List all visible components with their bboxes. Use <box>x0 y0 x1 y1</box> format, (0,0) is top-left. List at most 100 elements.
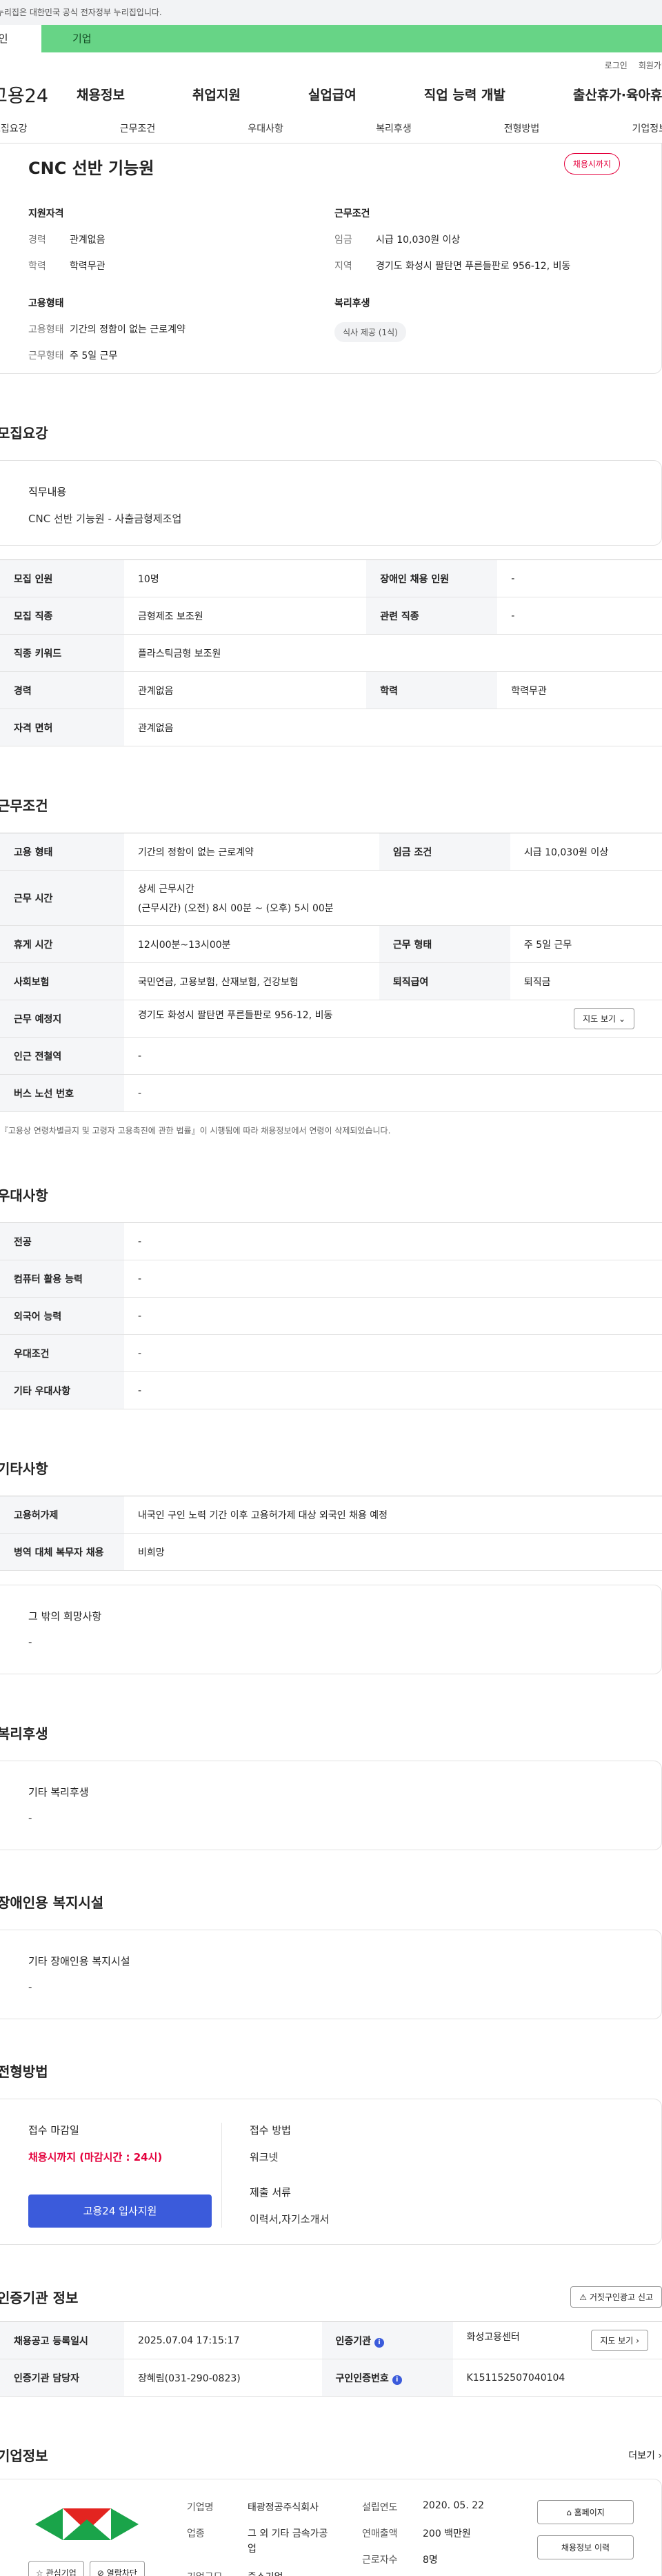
preference-table: 전공 - 컴퓨터 활용 능력 - 외국어 능력 - 우대조건 - 기타 우대사항 - <box>0 1222 662 1409</box>
tab-welfare[interactable]: 복리후생 <box>376 121 412 135</box>
area-value: 경기도 화성시 팔탄면 푸른들판로 956-12, 비동 <box>376 261 571 272</box>
page: 이 누리집은 대한민국 공식 전자정부 누리집입니다. 개인 기업 로그인 회원… <box>0 0 662 2576</box>
table-row: 직종 키워드 플라스틱금형 보조원 <box>0 634 662 672</box>
education-label: 학력 <box>28 261 46 272</box>
logo-graphic <box>35 2508 139 2540</box>
cell-value: 관계없음 <box>124 709 662 746</box>
company-size-label: 기업규모 <box>187 2570 248 2576</box>
tab-company[interactable]: 기업 <box>41 25 662 52</box>
tab-conditions[interactable]: 근무조건 <box>120 121 156 135</box>
table-row: 사회보험 국민연금, 고용보험, 산재보험, 건강보험 퇴직급여 퇴직금 <box>0 962 662 1000</box>
report-button[interactable]: ⚠ 거짓구인광고 신고 <box>570 2286 662 2308</box>
gnb-item-jobs[interactable]: 채용정보 <box>77 85 125 103</box>
cell-label: 채용공고 등록일시 <box>0 2321 124 2359</box>
cell-value: 국민연금, 고용보험, 산재보험, 건강보험 <box>124 962 379 1000</box>
cell-label: 근무 예정지 <box>0 1000 124 1038</box>
cell-value: K151152507040104 <box>452 2359 662 2397</box>
cell-label: 모집 인원 <box>0 559 124 597</box>
block-icon: ⊘ <box>97 2568 104 2576</box>
more-link[interactable]: 더보기 › <box>628 2448 662 2462</box>
block-view-button[interactable]: ⊘ 열람차단 <box>89 2561 145 2576</box>
cell-value: 주 5일 근무 <box>510 925 662 963</box>
agency-map-label: 지도 보기 <box>600 2336 634 2346</box>
cell-value: 플라스틱금형 보조원 <box>124 634 662 672</box>
welfare-heading: 복리후생 <box>334 298 370 309</box>
cell-label: 기타 우대사항 <box>0 1371 124 1409</box>
area-label: 지역 <box>334 261 352 272</box>
cell-value: 경기도 화성시 팔탄면 푸른들판로 956-12, 비동 지도 보기 ⌄ <box>124 1000 662 1038</box>
job-summary-card: CNC 선반 기능원 채용시까지 지원자격 경력 관계없음 학력 학력무관 고용형태… <box>0 143 662 374</box>
agency-table: 채용공고 등록일시 2025.07.04 17:15:17 인증기관 i 화성고용센터… <box>0 2321 662 2397</box>
work-type-value: 주 5일 근무 <box>70 350 118 361</box>
favorite-company-button[interactable]: ☆ 관심기업 <box>28 2561 84 2576</box>
tab-preference[interactable]: 우대사항 <box>248 121 283 135</box>
company-card: ☆ 관심기업 ⊘ 열람차단 기업명 태광정공주식회사 업종 그 외 기타 금속가공업… <box>0 2479 662 2576</box>
cell-value: 상세 근무시간 (근무시간) (오전) 8시 00분 ~ (오후) 5시 00분 <box>124 870 662 926</box>
favorite-label: 관심기업 <box>46 2568 77 2576</box>
job-history-button[interactable]: 채용정보 이력 <box>537 2535 634 2559</box>
gnb-item-training[interactable]: 직업 능력 개발 <box>424 85 505 103</box>
condition-group: 근무조건 임금 시급 10,030원 이상 지역 경기도 화성시 팔탄면 푸른들판로… <box>334 206 634 273</box>
other-wish-box: 그 밖의 희망사항 - <box>0 1585 662 1674</box>
gnb-item-leave[interactable]: 출산휴가·육아휴직 <box>573 85 662 103</box>
cell-label: 우대조건 <box>0 1334 124 1372</box>
tab-recruit[interactable]: 모집요강 <box>0 121 28 135</box>
deadline-label: 접수 마감일 <box>28 2124 79 2137</box>
gnb-item-benefit[interactable]: 실업급여 <box>308 85 357 103</box>
join-link[interactable]: 회원가입 <box>639 59 662 75</box>
place-value: 경기도 화성시 팔탄면 푸른들판로 956-12, 비동 <box>138 1010 333 1021</box>
section-title-welfare: 복리후생 <box>0 1725 48 1742</box>
cell-value: 2025.07.04 17:15:17 <box>124 2321 322 2359</box>
tab-process[interactable]: 전형방법 <box>504 121 540 135</box>
work-type-label: 근무형태 <box>28 350 64 361</box>
emp-type-value: 기간의 정함이 없는 근로계약 <box>70 324 185 335</box>
hours-detail-title: 상세 근무시간 <box>138 883 194 895</box>
cell-label: 버스 노선 번호 <box>0 1074 124 1112</box>
agency-map-button[interactable]: 지도 보기 › <box>591 2330 648 2351</box>
welfare-value: - <box>28 1812 32 1824</box>
map-button[interactable]: 지도 보기 ⌄ <box>574 1008 634 1029</box>
info-icon[interactable]: i <box>374 2337 384 2348</box>
cell-label: 외국어 능력 <box>0 1297 124 1335</box>
company-name-value: 태광정공주식회사 <box>248 2502 319 2513</box>
table-row: 경력 관계없음 학력 학력무관 <box>0 671 662 709</box>
cell-value: 내국인 구인 노력 기간 이후 고용허가제 대상 외국인 채용 예정 <box>124 1496 662 1534</box>
employment-heading: 고용형태 <box>28 298 64 309</box>
age-note: * 『고용상 연령차별금지 및 고령자 고용촉진에 관한 법률』이 시행됨에 따… <box>0 1126 391 1136</box>
company-size-value: 중소기업 <box>248 2570 283 2576</box>
table-row: 고용허가제 내국인 구인 노력 기간 이후 고용허가제 대상 외국인 채용 예정 <box>0 1496 662 1534</box>
cell-label: 고용 형태 <box>0 833 124 871</box>
duty-label: 직무내용 <box>28 486 67 498</box>
site-logo[interactable]: 고용24 <box>0 81 77 108</box>
cell-label: 자격 면허 <box>0 709 124 746</box>
table-row: 인근 전철역 - <box>0 1037 662 1075</box>
gnb-menu: 채용정보 취업지원 실업급여 직업 능력 개발 출산휴가·육아휴직 <box>77 85 662 103</box>
cell-label: 퇴직급여 <box>379 962 510 1000</box>
wage-label: 임금 <box>334 235 352 246</box>
tab-company[interactable]: 기업정보 <box>632 121 662 135</box>
homepage-button[interactable]: ⌂ 홈페이지 <box>537 2500 634 2524</box>
gnb-item-support[interactable]: 취업지원 <box>192 85 241 103</box>
other-wish-value: - <box>28 1636 32 1648</box>
hours-detail-value: (근무시간) (오전) 8시 00분 ~ (오후) 5시 00분 <box>138 902 334 914</box>
apply-button[interactable]: 고용24 입사지원 <box>28 2194 212 2228</box>
cell-value: 기간의 정함이 없는 근로계약 <box>124 833 379 871</box>
disabled-value: - <box>28 1981 32 1993</box>
cell-value: 시급 10,030원 이상 <box>510 833 662 871</box>
table-row: 우대조건 - <box>0 1334 662 1372</box>
duty-value: CNC 선반 기능원 - 사출금형제조업 <box>28 513 182 525</box>
cell-value: - <box>124 1260 662 1298</box>
cell-value: - <box>124 1074 662 1112</box>
info-icon[interactable]: i <box>392 2375 402 2385</box>
tab-personal[interactable]: 개인 <box>0 25 41 52</box>
disabled-label: 기타 장애인용 복지시설 <box>28 1955 130 1968</box>
login-link[interactable]: 로그인 <box>605 59 628 75</box>
homepage-label: 홈페이지 <box>574 2508 605 2517</box>
cell-value: - <box>124 1222 662 1260</box>
cell-value: 금형제조 보조원 <box>124 597 367 635</box>
career-value: 관계없음 <box>70 235 106 246</box>
deadline-badge: 채용시까지 <box>563 153 620 175</box>
cell-value: 학력무관 <box>497 671 662 709</box>
section-tabs: 모집요강 근무조건 우대사항 복리후생 전형방법 기업정보 <box>0 113 662 143</box>
cell-value: 퇴직금 <box>510 962 662 1000</box>
